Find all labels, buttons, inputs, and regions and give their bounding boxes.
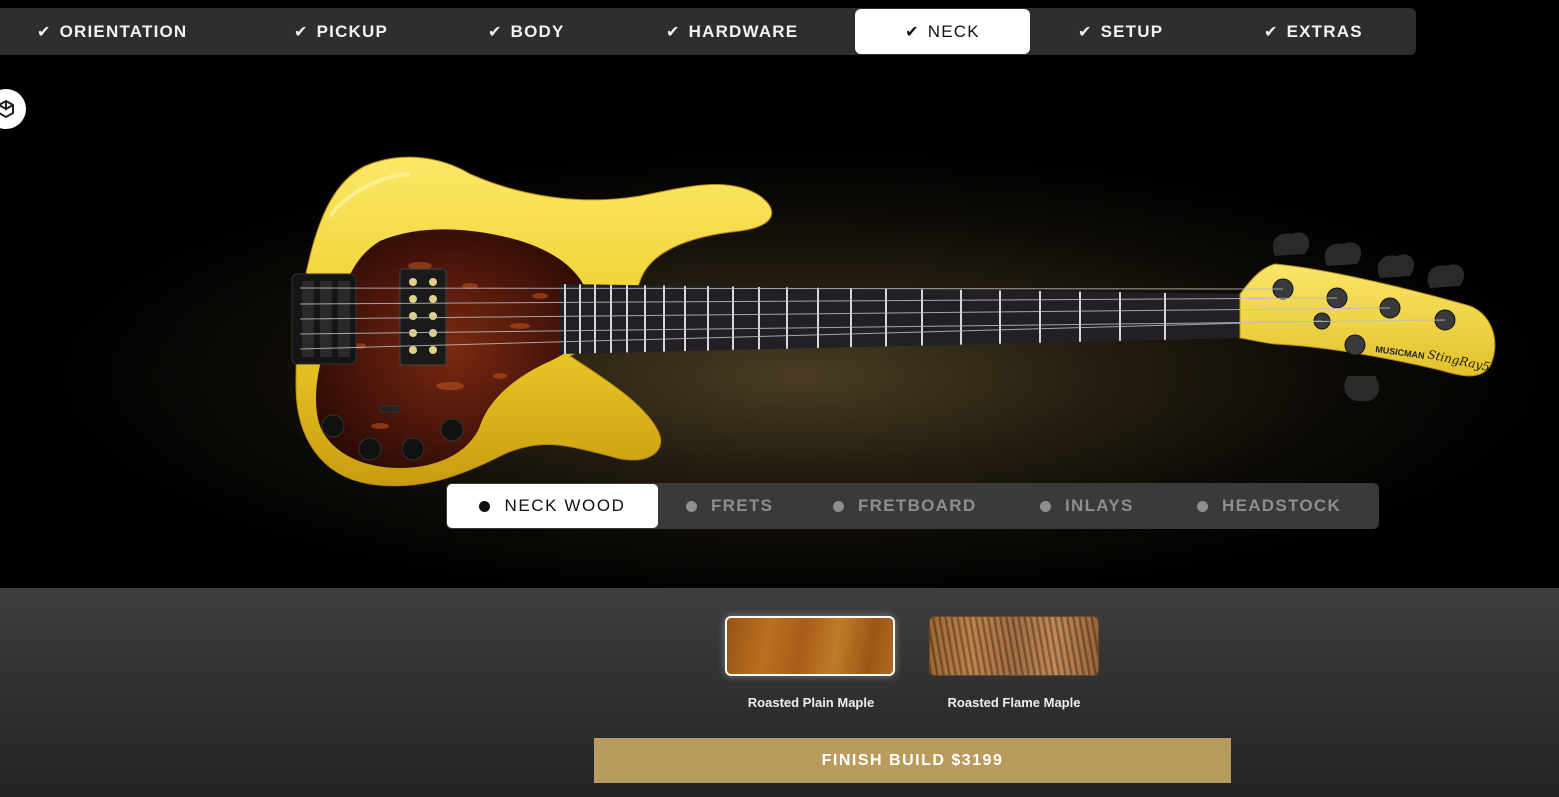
step-body[interactable]: ✔ BODY [488, 8, 565, 55]
swatch-label: Roasted Flame Maple [947, 695, 1081, 710]
guitar-preview-stage[interactable]: MUSICMAN StingRay5 NECK WOOD FRETS FRETB… [0, 56, 1559, 588]
subtab-frets[interactable]: FRETS [686, 483, 773, 529]
step-extras[interactable]: ✔ EXTRAS [1264, 8, 1363, 55]
check-icon: ✔ [1264, 23, 1279, 41]
subtab-fretboard[interactable]: FRETBOARD [833, 483, 976, 529]
step-label: HARDWARE [688, 21, 799, 41]
dot-icon [833, 500, 844, 512]
swatch-label: Roasted Plain Maple [747, 695, 875, 710]
dot-icon [479, 500, 491, 512]
finish-build-button[interactable]: FINISH BUILD $3199 [594, 738, 1231, 783]
subtab-neck-wood[interactable]: NECK WOOD [447, 484, 658, 528]
subtab-inlays[interactable]: INLAYS [1040, 483, 1134, 529]
dot-icon [1197, 500, 1208, 512]
fretboard [560, 284, 1245, 354]
dot-icon [1040, 500, 1051, 512]
dot-icon [686, 500, 697, 512]
check-icon: ✔ [37, 23, 52, 41]
step-pickup[interactable]: ✔ PICKUP [294, 8, 388, 55]
step-setup[interactable]: ✔ SETUP [1078, 8, 1163, 55]
humbucker-pickup [399, 268, 447, 366]
step-label: PICKUP [316, 21, 389, 41]
subtab-headstock[interactable]: HEADSTOCK [1197, 483, 1341, 529]
swatch-roasted-flame-maple[interactable] [929, 616, 1099, 676]
subtab-label: INLAYS [1065, 496, 1134, 515]
check-icon: ✔ [905, 23, 920, 41]
step-label: BODY [510, 21, 565, 41]
check-icon: ✔ [666, 23, 681, 41]
check-icon: ✔ [488, 23, 503, 41]
neck-option-tabs: NECK WOOD FRETS FRETBOARD INLAYS HEADSTO… [446, 483, 1379, 529]
options-panel: Roasted Plain Maple Roasted Flame Maple … [0, 588, 1559, 797]
check-icon: ✔ [294, 23, 309, 41]
step-label: NECK [927, 21, 980, 41]
subtab-label: FRETS [711, 496, 774, 515]
step-label: ORIENTATION [59, 21, 188, 41]
subtab-label: NECK WOOD [504, 496, 626, 515]
swatch-roasted-plain-maple[interactable] [725, 616, 895, 676]
check-icon: ✔ [1078, 23, 1093, 41]
subtab-label: HEADSTOCK [1222, 496, 1342, 515]
step-neck[interactable]: ✔ NECK [855, 9, 1030, 54]
step-orientation[interactable]: ✔ ORIENTATION [37, 8, 187, 55]
headstock: MUSICMAN StingRay5 [1239, 232, 1496, 402]
step-navigation: ✔ ORIENTATION ✔ PICKUP ✔ BODY ✔ HARDWARE… [0, 8, 1416, 55]
subtab-label: FRETBOARD [858, 496, 977, 515]
step-label: SETUP [1100, 21, 1164, 41]
step-label: EXTRAS [1286, 21, 1363, 41]
step-hardware[interactable]: ✔ HARDWARE [666, 8, 798, 55]
